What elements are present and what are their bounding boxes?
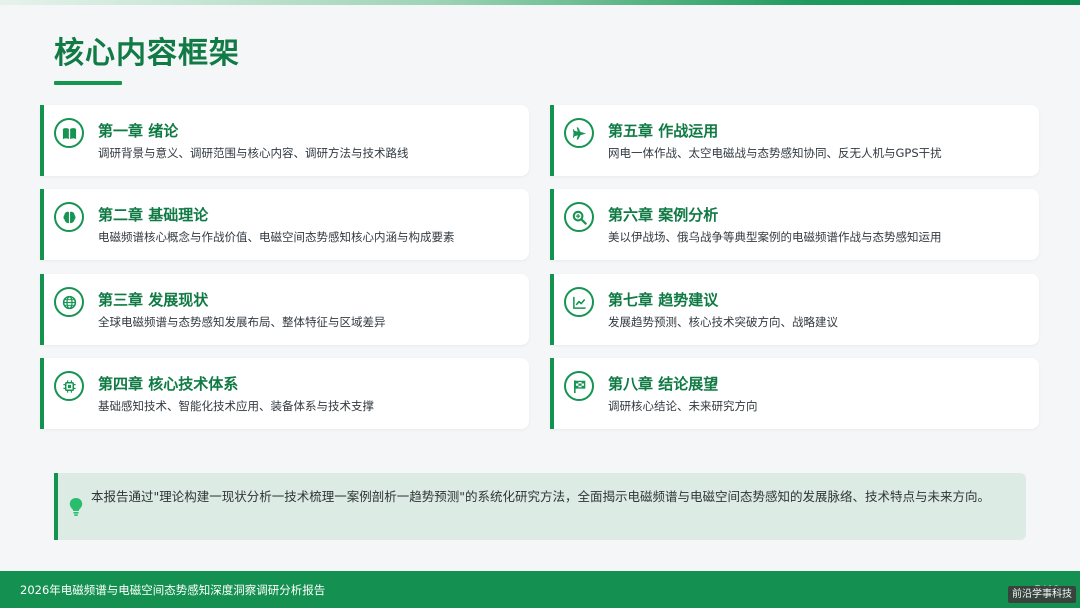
chapter-description: 网电一体作战、太空电磁战与态势感知协同、反无人机与GPS干扰 — [608, 146, 942, 160]
search-icon — [564, 202, 594, 232]
book-icon — [54, 118, 84, 148]
summary-box: 本报告通过"理论构建一现状分析一技术梳理一案例剖析一趋势预测"的系统化研究方法，… — [54, 473, 1026, 540]
chapter-description: 美以伊战场、俄乌战争等典型案例的电磁频谱作战与态势感知运用 — [608, 230, 942, 244]
footer-bar: 2026年电磁频谱与电磁空间态势感知深度洞察调研分析报告 5/40 — [0, 571, 1080, 608]
title-underline — [54, 81, 122, 85]
chapter-title: 第四章 核心技术体系 — [98, 375, 239, 393]
trend-chart-icon — [564, 287, 594, 317]
chapter-card-5: 第五章 作战运用 网电一体作战、太空电磁战与态势感知协同、反无人机与GPS干扰 — [550, 105, 1039, 176]
chapter-card-2: 第二章 基础理论 电磁频谱核心概念与作战价值、电磁空间态势感知核心内涵与构成要素 — [40, 189, 529, 260]
chapter-title: 第八章 结论展望 — [608, 375, 719, 393]
chapter-description: 基础感知技术、智能化技术应用、装备体系与技术支撑 — [98, 399, 374, 413]
chapter-card-7: 第七章 趋势建议 发展趋势预测、核心技术突破方向、战略建议 — [550, 274, 1039, 345]
plane-icon — [564, 118, 594, 148]
chapter-title: 第一章 绪论 — [98, 122, 179, 140]
footer-report-title: 2026年电磁频谱与电磁空间态势感知深度洞察调研分析报告 — [20, 583, 326, 597]
globe-icon — [54, 287, 84, 317]
chapter-title: 第七章 趋势建议 — [608, 291, 719, 309]
chapter-description: 调研背景与意义、调研范围与核心内容、调研方法与技术路线 — [98, 146, 409, 160]
slide: 核心内容框架 第一章 绪论 调研背景与意义、调研范围与核心内容、调研方法与技术路… — [0, 0, 1080, 608]
flag-icon — [564, 371, 594, 401]
chapter-card-3: 第三章 发展现状 全球电磁频谱与态势感知发展布局、整体特征与区域差异 — [40, 274, 529, 345]
summary-text: 本报告通过"理论构建一现状分析一技术梳理一案例剖析一趋势预测"的系统化研究方法，… — [91, 489, 991, 504]
chapter-title: 第六章 案例分析 — [608, 206, 719, 224]
chapter-card-4: 第四章 核心技术体系 基础感知技术、智能化技术应用、装备体系与技术支撑 — [40, 358, 529, 429]
chapter-description: 调研核心结论、未来研究方向 — [608, 399, 758, 413]
chapter-card-8: 第八章 结论展望 调研核心结论、未来研究方向 — [550, 358, 1039, 429]
chapter-title: 第三章 发展现状 — [98, 291, 209, 309]
watermark-badge: 前沿学事科技 — [1008, 586, 1076, 603]
chapter-title: 第二章 基础理论 — [98, 206, 209, 224]
chapter-description: 全球电磁频谱与态势感知发展布局、整体特征与区域差异 — [98, 315, 386, 329]
brain-icon — [54, 202, 84, 232]
microchip-icon — [54, 371, 84, 401]
lightbulb-icon — [69, 498, 83, 516]
chapter-description: 电磁频谱核心概念与作战价值、电磁空间态势感知核心内涵与构成要素 — [98, 230, 455, 244]
chapter-description: 发展趋势预测、核心技术突破方向、战略建议 — [608, 315, 838, 329]
chapter-title: 第五章 作战运用 — [608, 122, 719, 140]
top-gradient-bar — [0, 0, 1080, 5]
chapter-card-1: 第一章 绪论 调研背景与意义、调研范围与核心内容、调研方法与技术路线 — [40, 105, 529, 176]
chapter-card-6: 第六章 案例分析 美以伊战场、俄乌战争等典型案例的电磁频谱作战与态势感知运用 — [550, 189, 1039, 260]
page-title: 核心内容框架 — [54, 36, 240, 71]
